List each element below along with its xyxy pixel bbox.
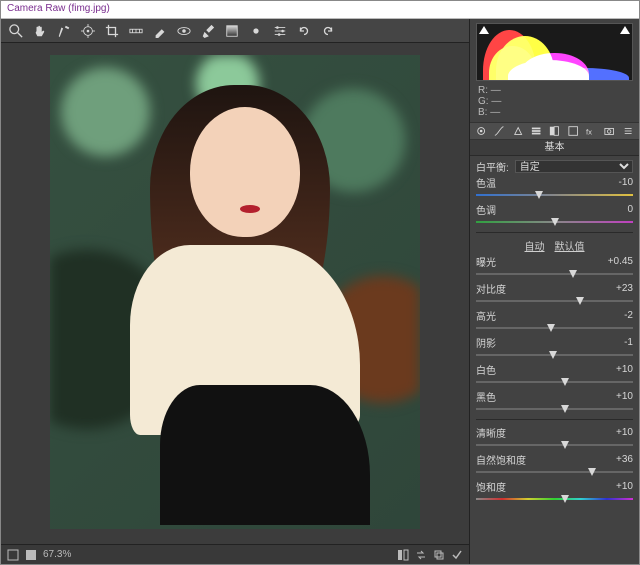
- temp-slider[interactable]: [476, 191, 633, 199]
- shadow-clip-icon[interactable]: [479, 26, 489, 34]
- white-value[interactable]: +10: [616, 364, 633, 375]
- straighten-tool-icon[interactable]: [129, 24, 143, 38]
- fx-tab-icon[interactable]: fx: [586, 125, 596, 137]
- black-value[interactable]: +10: [616, 391, 633, 402]
- b-value: B: —: [478, 107, 631, 118]
- rotate-cw-icon[interactable]: [321, 24, 335, 38]
- hsl-tab-icon[interactable]: [531, 125, 541, 137]
- clarity-value[interactable]: +10: [616, 427, 633, 438]
- spot-removal-tool-icon[interactable]: [153, 24, 167, 38]
- adjustment-brush-icon[interactable]: [201, 24, 215, 38]
- contrast-value[interactable]: +23: [616, 283, 633, 294]
- exposure-value[interactable]: +0.45: [608, 256, 633, 267]
- white-slider[interactable]: [476, 378, 633, 386]
- swap-icon[interactable]: [415, 549, 427, 561]
- rgb-readout: R: — G: — B: —: [470, 83, 639, 122]
- status-bar: 67.3%: [1, 544, 469, 564]
- color-sampler-tool-icon[interactable]: [81, 24, 95, 38]
- black-slider[interactable]: [476, 405, 633, 413]
- vibrance-value[interactable]: +36: [616, 454, 633, 465]
- copy-settings-icon[interactable]: [433, 549, 445, 561]
- panel-title: 基本: [470, 140, 639, 156]
- svg-text:fx: fx: [586, 127, 592, 136]
- title-bar: Camera Raw (fimg.jpg): [1, 1, 639, 19]
- split-tone-tab-icon[interactable]: [549, 125, 559, 137]
- zoom-tool-icon[interactable]: [9, 24, 23, 38]
- camera-tab-icon[interactable]: [604, 125, 614, 137]
- clarity-label: 清晰度: [476, 425, 506, 440]
- tint-slider[interactable]: [476, 218, 633, 226]
- preferences-icon[interactable]: [273, 24, 287, 38]
- sat-slider[interactable]: [476, 495, 633, 503]
- zoom-level[interactable]: 67.3%: [43, 549, 71, 560]
- preview-image: [50, 55, 420, 529]
- temp-label: 色温: [476, 175, 496, 190]
- highlight-label: 高光: [476, 308, 496, 323]
- red-eye-tool-icon[interactable]: [177, 24, 191, 38]
- curve-tab-icon[interactable]: [494, 125, 504, 137]
- rotate-ccw-icon[interactable]: [297, 24, 311, 38]
- body: 67.3%: [1, 19, 639, 564]
- contrast-slider[interactable]: [476, 297, 633, 305]
- hand-tool-icon[interactable]: [33, 24, 47, 38]
- presets-tab-icon[interactable]: [623, 125, 633, 137]
- tint-label: 色调: [476, 202, 496, 217]
- lens-tab-icon[interactable]: [568, 125, 578, 137]
- basic-tab-icon[interactable]: [476, 125, 486, 137]
- wb-label: 白平衡:: [476, 159, 509, 174]
- top-toolbar: [1, 19, 469, 43]
- right-panel: R: — G: — B: — fx 基本 白平衡: 自定: [469, 19, 639, 564]
- basic-panel: 白平衡: 自定 色温-10 色调0 自动 默认值 曝光+0.45 对比度+23 …: [470, 156, 639, 564]
- detail-tab-icon[interactable]: [513, 125, 523, 137]
- crop-tool-icon[interactable]: [105, 24, 119, 38]
- left-pane: 67.3%: [1, 19, 469, 564]
- exposure-label: 曝光: [476, 254, 496, 269]
- grid-toggle-icon[interactable]: [7, 549, 19, 561]
- shadow-value[interactable]: -1: [624, 337, 633, 348]
- tint-value[interactable]: 0: [627, 204, 633, 215]
- highlight-clip-icon[interactable]: [620, 26, 630, 34]
- contrast-label: 对比度: [476, 281, 506, 296]
- highlight-slider[interactable]: [476, 324, 633, 332]
- sat-value[interactable]: +10: [616, 481, 633, 492]
- r-value: R: —: [478, 85, 631, 96]
- sat-label: 饱和度: [476, 479, 506, 494]
- window-title: Camera Raw (fimg.jpg): [7, 3, 110, 14]
- single-view-icon[interactable]: [25, 549, 37, 561]
- temp-value[interactable]: -10: [619, 177, 633, 188]
- shadow-label: 阴影: [476, 335, 496, 350]
- toggle-mark-icon[interactable]: [451, 549, 463, 561]
- highlight-value[interactable]: -2: [624, 310, 633, 321]
- camera-raw-window: Camera Raw (fimg.jpg): [0, 0, 640, 565]
- exposure-slider[interactable]: [476, 270, 633, 278]
- canvas-area[interactable]: [1, 43, 469, 544]
- black-label: 黑色: [476, 389, 496, 404]
- histogram[interactable]: [476, 23, 633, 81]
- white-balance-row: 白平衡: 自定: [476, 159, 633, 173]
- clarity-slider[interactable]: [476, 441, 633, 449]
- default-link[interactable]: 默认值: [555, 238, 585, 253]
- auto-default-row: 自动 默认值: [476, 238, 633, 252]
- graduated-filter-icon[interactable]: [225, 24, 239, 38]
- auto-link[interactable]: 自动: [525, 238, 545, 253]
- panel-tab-bar: fx: [470, 122, 639, 140]
- vibrance-label: 自然饱和度: [476, 452, 526, 467]
- wb-select[interactable]: 自定: [515, 160, 633, 173]
- white-balance-tool-icon[interactable]: [57, 24, 71, 38]
- shadow-slider[interactable]: [476, 351, 633, 359]
- before-after-icon[interactable]: [397, 549, 409, 561]
- g-value: G: —: [478, 96, 631, 107]
- radial-filter-icon[interactable]: [249, 24, 263, 38]
- vibrance-slider[interactable]: [476, 468, 633, 476]
- white-label: 白色: [476, 362, 496, 377]
